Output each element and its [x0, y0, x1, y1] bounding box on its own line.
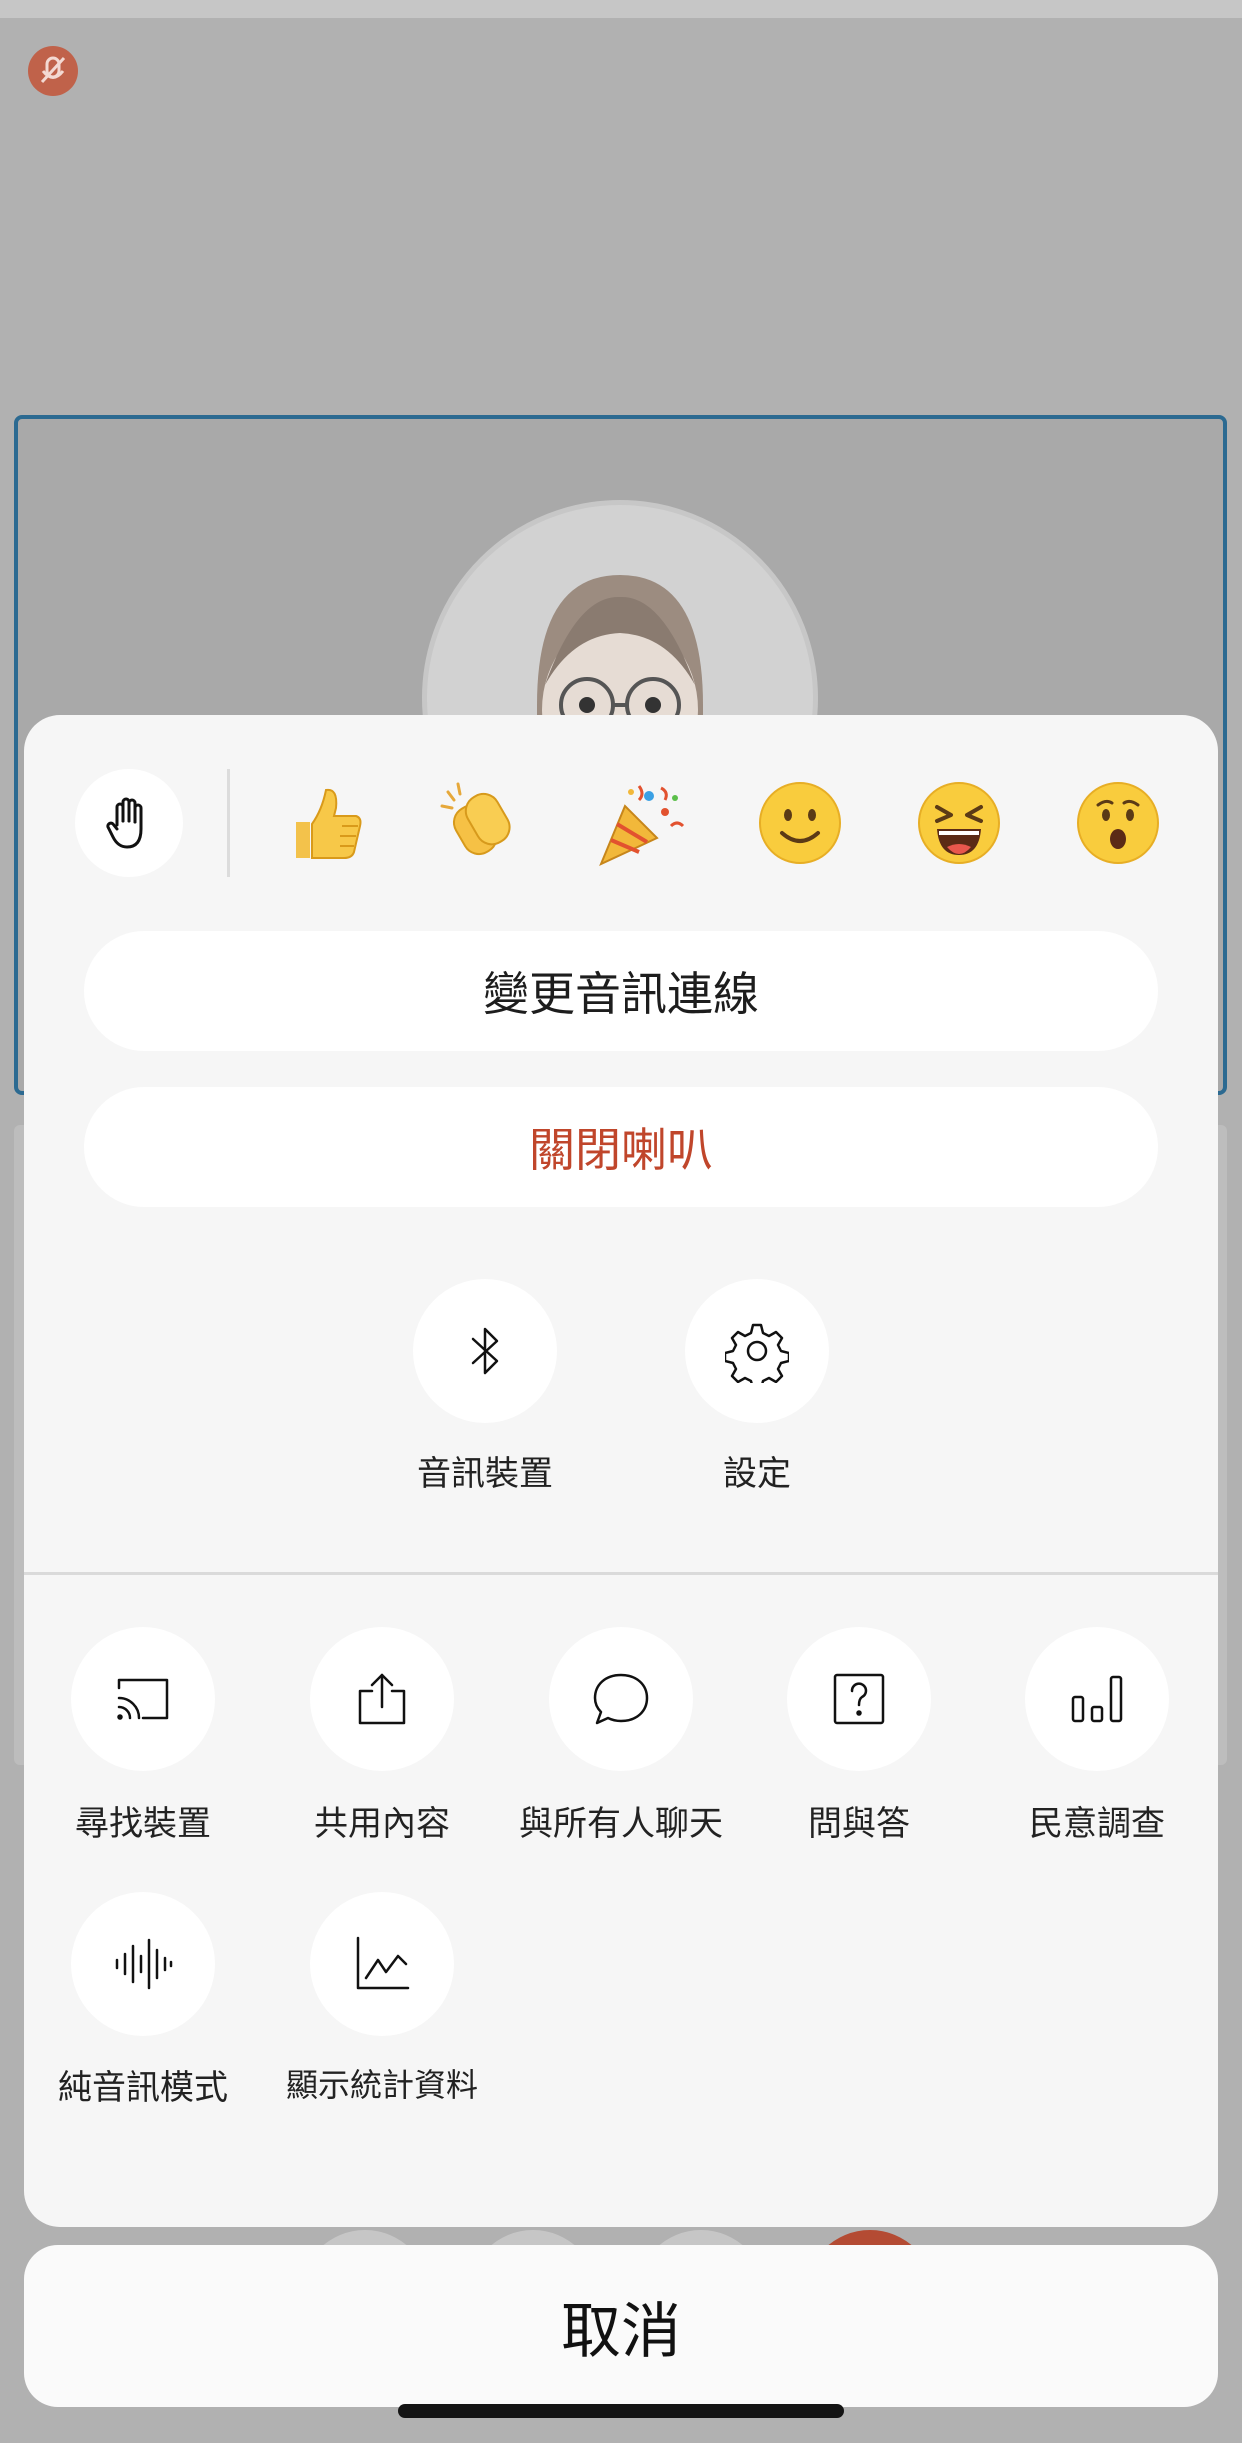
- cancel-label: 取消: [561, 2296, 681, 2367]
- show-statistics-label: 顯示統計資料: [285, 2066, 478, 2104]
- share-content-button[interactable]: [310, 1627, 454, 1771]
- surprised-reaction[interactable]: [1068, 773, 1168, 873]
- audio-only-mode-button[interactable]: [71, 1892, 215, 2036]
- muted-mic-icon: [28, 46, 78, 96]
- settings-label: 設定: [723, 1454, 791, 1494]
- find-device-button[interactable]: [71, 1627, 215, 1771]
- question-icon: [833, 1673, 885, 1725]
- divider: [24, 1572, 1218, 1575]
- laughing-reaction[interactable]: [909, 773, 1009, 873]
- show-statistics-button[interactable]: [310, 1892, 454, 2036]
- chat-everyone-button[interactable]: [549, 1627, 693, 1771]
- polling-button[interactable]: [1025, 1627, 1169, 1771]
- smile-reaction[interactable]: [750, 773, 850, 873]
- audio-device-label: 音訊裝置: [417, 1454, 553, 1494]
- bluetooth-icon: [471, 1327, 499, 1375]
- share-content-label: 共用內容: [314, 1804, 450, 1844]
- change-audio-connection-button[interactable]: 變更音訊連線: [84, 931, 1158, 1051]
- divider: [227, 769, 230, 877]
- chat-everyone-label: 與所有人聊天: [519, 1804, 723, 1844]
- mute-speaker-label: 關閉喇叭: [529, 1123, 713, 1177]
- share-icon: [358, 1673, 406, 1725]
- mute-speaker-button[interactable]: 關閉喇叭: [84, 1087, 1158, 1207]
- poll-icon: [1071, 1675, 1123, 1723]
- cancel-button[interactable]: 取消: [24, 2245, 1218, 2407]
- reaction-bar: [75, 769, 1175, 877]
- gear-icon: [725, 1323, 789, 1383]
- party-popper-reaction[interactable]: [590, 773, 690, 873]
- thumbs-up-reaction[interactable]: [275, 773, 375, 873]
- audio-wave-icon: [115, 1938, 173, 1990]
- audio-only-mode-label: 純音訊模式: [58, 2068, 228, 2108]
- polling-label: 民意調查: [1029, 1804, 1165, 1844]
- home-indicator: [398, 2404, 844, 2418]
- find-device-label: 尋找裝置: [75, 1804, 211, 1844]
- audio-device-button[interactable]: [413, 1279, 557, 1423]
- change-audio-label: 變更音訊連線: [483, 967, 759, 1021]
- clap-reaction[interactable]: [433, 773, 533, 873]
- raise-hand-button[interactable]: [75, 769, 183, 877]
- chat-icon: [593, 1673, 649, 1725]
- qa-button[interactable]: [787, 1627, 931, 1771]
- stats-chart-icon: [356, 1936, 410, 1990]
- cast-icon: [117, 1678, 169, 1720]
- qa-label: 問與答: [808, 1804, 910, 1844]
- raise-hand-icon: [106, 797, 143, 849]
- status-bar: [0, 0, 1242, 18]
- settings-button[interactable]: [685, 1279, 829, 1423]
